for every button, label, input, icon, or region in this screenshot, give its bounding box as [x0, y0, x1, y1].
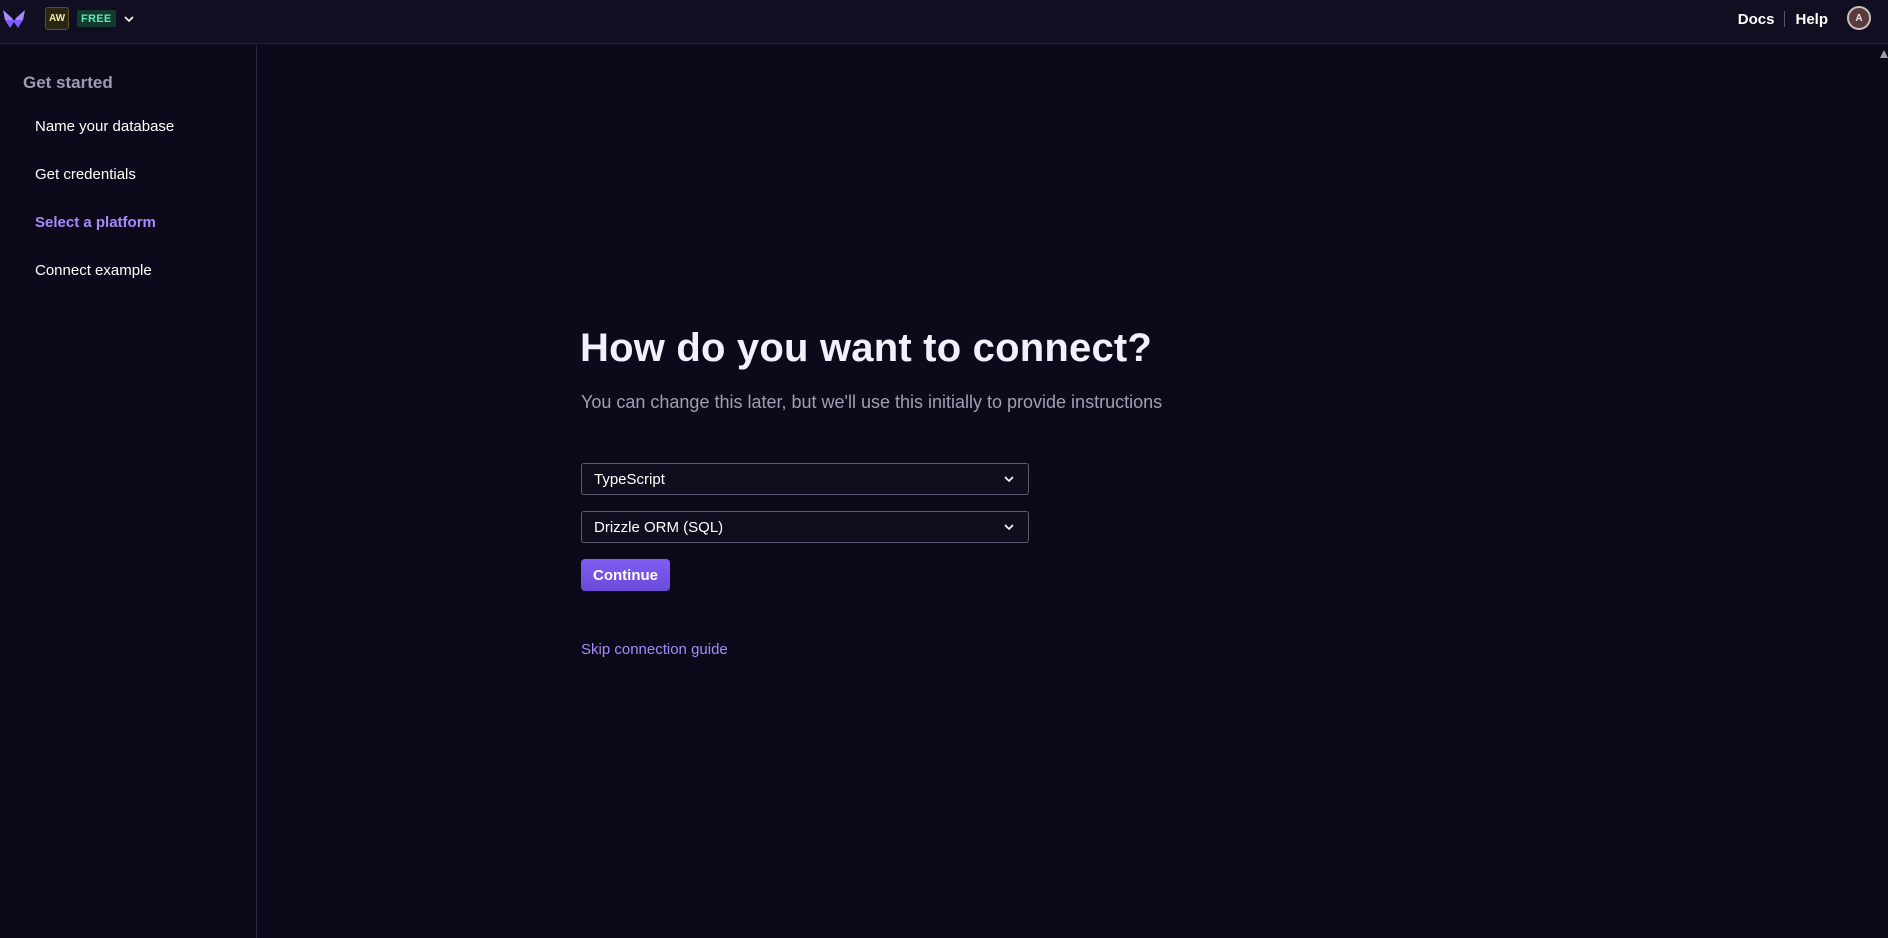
sidebar: Get started Name your database Get crede… [0, 45, 257, 938]
continue-button[interactable]: Continue [581, 559, 670, 591]
skip-connection-guide-link[interactable]: Skip connection guide [581, 641, 728, 658]
docs-link[interactable]: Docs [1738, 11, 1775, 28]
framework-select[interactable]: Drizzle ORM (SQL) [581, 511, 1029, 543]
language-select-value: TypeScript [594, 470, 665, 488]
sidebar-item-get-credentials[interactable]: Get credentials [35, 166, 136, 183]
sidebar-item-connect-example[interactable]: Connect example [35, 262, 152, 279]
chevron-down-icon [1004, 524, 1014, 531]
sidebar-heading: Get started [23, 73, 113, 92]
sidebar-item-select-a-platform[interactable]: Select a platform [35, 214, 156, 231]
framework-select-value: Drizzle ORM (SQL) [594, 518, 724, 536]
top-bar: AW FREE Docs Help A [0, 0, 1888, 44]
chevron-down-icon[interactable] [122, 12, 136, 26]
sidebar-item-name-your-database[interactable]: Name your database [35, 118, 174, 135]
team-avatar[interactable]: AW [45, 7, 69, 30]
plan-badge: FREE [77, 10, 116, 27]
user-avatar[interactable]: A [1847, 6, 1871, 30]
scroll-up-arrow-icon[interactable] [1880, 48, 1888, 58]
language-select[interactable]: TypeScript [581, 463, 1029, 495]
help-link[interactable]: Help [1795, 11, 1828, 28]
top-links: Docs Help [1738, 0, 1828, 38]
page-subtitle: You can change this later, but we'll use… [581, 392, 1163, 412]
top-links-divider [1784, 11, 1786, 27]
butterfly-logo-icon[interactable] [2, 8, 26, 30]
chevron-down-icon [1004, 476, 1014, 483]
page-title: How do you want to connect? [580, 326, 1153, 370]
